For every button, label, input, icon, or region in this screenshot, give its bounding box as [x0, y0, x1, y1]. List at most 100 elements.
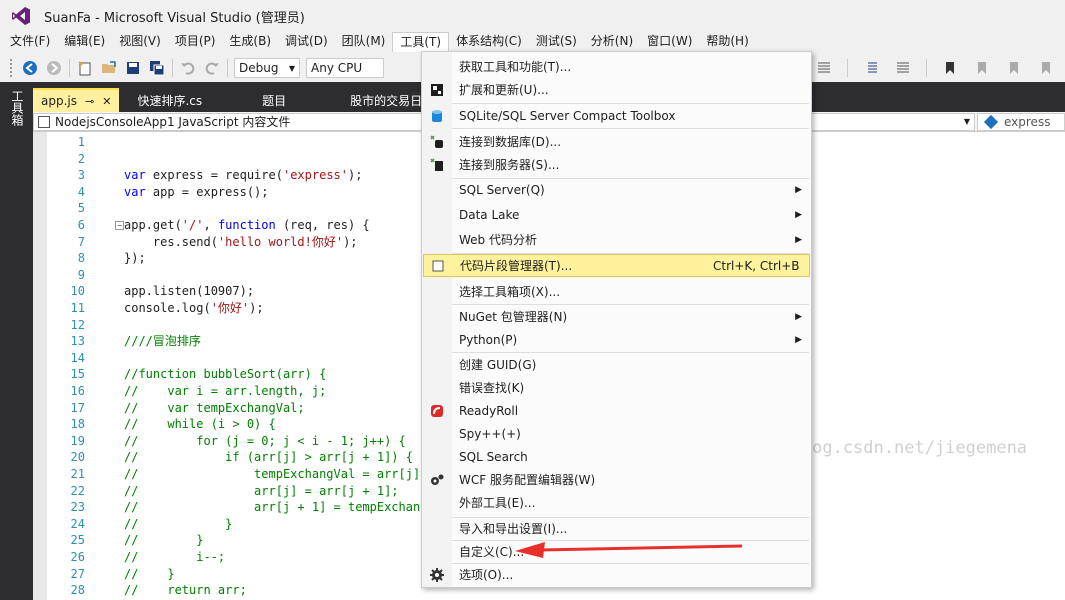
menu-architecture[interactable]: 体系结构(C): [449, 32, 529, 52]
menu-item-label: SQLite/SQL Server Compact Toolbox: [459, 108, 676, 123]
line-number: 24: [70, 516, 85, 531]
line-number: 7: [77, 234, 85, 249]
menu-item-16[interactable]: SQL Search: [423, 445, 810, 468]
tab-app-js[interactable]: app.js ⊸ ✕: [33, 88, 120, 112]
menu-item-20[interactable]: 自定义(C)...: [423, 540, 810, 563]
menu-item-11[interactable]: Python(P) ▶: [423, 328, 810, 351]
prev-bookmark-icon[interactable]: [972, 58, 992, 78]
next-bookmark-icon[interactable]: [1004, 58, 1024, 78]
toolbar-separator: [69, 59, 70, 77]
toolbar-grip[interactable]: [10, 59, 14, 77]
line-number: 4: [77, 184, 85, 199]
platform-value: Any CPU: [311, 61, 363, 75]
menu-separator: [452, 517, 809, 518]
code-text: app.listen(10907);: [124, 284, 255, 299]
menu-item-3[interactable]: 连接到数据库(D)...: [423, 130, 810, 153]
menu-bar: 文件(F) 编辑(E) 视图(V) 项目(P) 生成(B) 调试(D) 团队(M…: [0, 32, 1065, 52]
line-number: 12: [70, 317, 85, 332]
save-icon[interactable]: [123, 58, 143, 78]
line-number: 17: [70, 400, 85, 415]
new-project-icon[interactable]: [75, 58, 95, 78]
menu-item-label: 连接到数据库(D)...: [459, 135, 562, 149]
menu-project[interactable]: 项目(P): [168, 32, 223, 52]
menu-separator: [452, 253, 809, 254]
code-text: // var tempExchangVal;: [124, 400, 305, 415]
indent-icon[interactable]: [861, 58, 881, 78]
menu-team[interactable]: 团队(M): [335, 32, 393, 52]
submenu-arrow-icon: ▶: [795, 311, 802, 322]
menu-item-1[interactable]: 扩展和更新(U)...: [423, 78, 810, 101]
menu-item-7[interactable]: Web 代码分析 ▶: [423, 228, 810, 251]
collapse-region-icon[interactable]: −: [115, 221, 124, 230]
tab-label: 题目: [262, 93, 287, 108]
menu-item-10[interactable]: NuGet 包管理器(N) ▶: [423, 305, 810, 328]
navigate-forward-icon[interactable]: [44, 58, 64, 78]
toolbar-separator: [227, 59, 228, 77]
title-bar: SuanFa - Microsoft Visual Studio (管理员): [0, 0, 1065, 32]
menu-window[interactable]: 窗口(W): [640, 32, 699, 52]
menu-item-2[interactable]: SQLite/SQL Server Compact Toolbox: [423, 104, 810, 127]
tab-problem[interactable]: 题目: [254, 88, 294, 112]
toolbox-tab[interactable]: 工具箱: [9, 90, 26, 126]
member-dropdown[interactable]: express: [977, 112, 1065, 131]
code-text: // }: [124, 533, 204, 548]
readyroll-icon: [429, 403, 445, 419]
toolbar-separator: [847, 59, 848, 77]
code-text: // var i = arr.length, j;: [124, 384, 327, 398]
line-number: 6: [77, 218, 85, 232]
gear-icon: [429, 567, 445, 583]
format-icon[interactable]: [814, 58, 834, 78]
menu-item-21[interactable]: 选项(O)...: [423, 563, 810, 586]
pin-icon[interactable]: ⊸: [85, 95, 94, 108]
line-number: 8: [77, 251, 85, 266]
js-file-icon: [38, 115, 50, 128]
line-number: 5: [77, 201, 85, 216]
redo-icon[interactable]: [202, 58, 222, 78]
menu-item-15[interactable]: Spy++(+): [423, 422, 810, 445]
menu-edit[interactable]: 编辑(E): [57, 32, 112, 52]
line-number: 16: [70, 384, 85, 398]
menu-separator: [452, 128, 809, 129]
menu-item-17[interactable]: WCF 服务配置编辑器(W): [423, 468, 810, 491]
menu-tools[interactable]: 工具(T): [392, 32, 450, 52]
tab-quicksort-cs[interactable]: 快速排序.cs: [129, 88, 210, 112]
line-number: 1: [77, 135, 85, 149]
menu-item-13[interactable]: 错误查找(K): [423, 376, 810, 399]
menu-item-18[interactable]: 外部工具(E)...: [423, 491, 810, 514]
save-all-icon[interactable]: [147, 58, 167, 78]
solution-platform-select[interactable]: Any CPU: [306, 58, 384, 78]
menu-item-label: 错误查找(K): [459, 381, 525, 395]
line-number: 22: [70, 483, 85, 498]
menu-item-14[interactable]: ReadyRoll: [423, 399, 810, 422]
menu-item-6[interactable]: Data Lake ▶: [423, 203, 810, 226]
menu-item-5[interactable]: SQL Server(Q) ▶: [423, 178, 810, 201]
menu-analyze[interactable]: 分析(N): [584, 32, 640, 52]
menu-debug[interactable]: 调试(D): [278, 32, 335, 52]
menu-item-19[interactable]: 导入和导出设置(I)...: [423, 517, 810, 540]
comment-icon[interactable]: [893, 58, 913, 78]
scope-value: NodejsConsoleApp1 JavaScript 内容文件: [55, 115, 291, 129]
navigate-back-icon[interactable]: [20, 58, 40, 78]
menu-item-4[interactable]: 连接到服务器(S)...: [423, 153, 810, 176]
menu-item-0[interactable]: 获取工具和功能(T)...: [423, 55, 810, 78]
menu-item-label: 创建 GUID(G): [459, 358, 537, 372]
line-number: 14: [70, 350, 85, 365]
menu-item-12[interactable]: 创建 GUID(G): [423, 353, 810, 376]
bookmark-icon[interactable]: [940, 58, 960, 78]
menu-item-8[interactable]: 代码片段管理器(T)... Ctrl+K, Ctrl+B: [423, 254, 810, 277]
menu-item-label: SQL Search: [459, 449, 528, 464]
menu-test[interactable]: 测试(S): [529, 32, 584, 52]
clear-bookmarks-icon[interactable]: [1036, 58, 1056, 78]
open-folder-icon[interactable]: [99, 58, 119, 78]
close-icon[interactable]: ✕: [102, 95, 111, 108]
solution-configuration-select[interactable]: Debug ▼: [234, 58, 300, 78]
line-number: 23: [70, 500, 85, 515]
undo-icon[interactable]: [178, 58, 198, 78]
menu-view[interactable]: 视图(V): [112, 32, 168, 52]
menu-help[interactable]: 帮助(H): [699, 32, 755, 52]
menu-item-9[interactable]: 选择工具箱项(X)...: [423, 280, 810, 303]
window-title: SuanFa - Microsoft Visual Studio (管理员): [44, 10, 305, 26]
menu-file[interactable]: 文件(F): [3, 32, 57, 52]
chevron-down-icon: ▼: [963, 117, 970, 126]
menu-build[interactable]: 生成(B): [222, 32, 278, 52]
